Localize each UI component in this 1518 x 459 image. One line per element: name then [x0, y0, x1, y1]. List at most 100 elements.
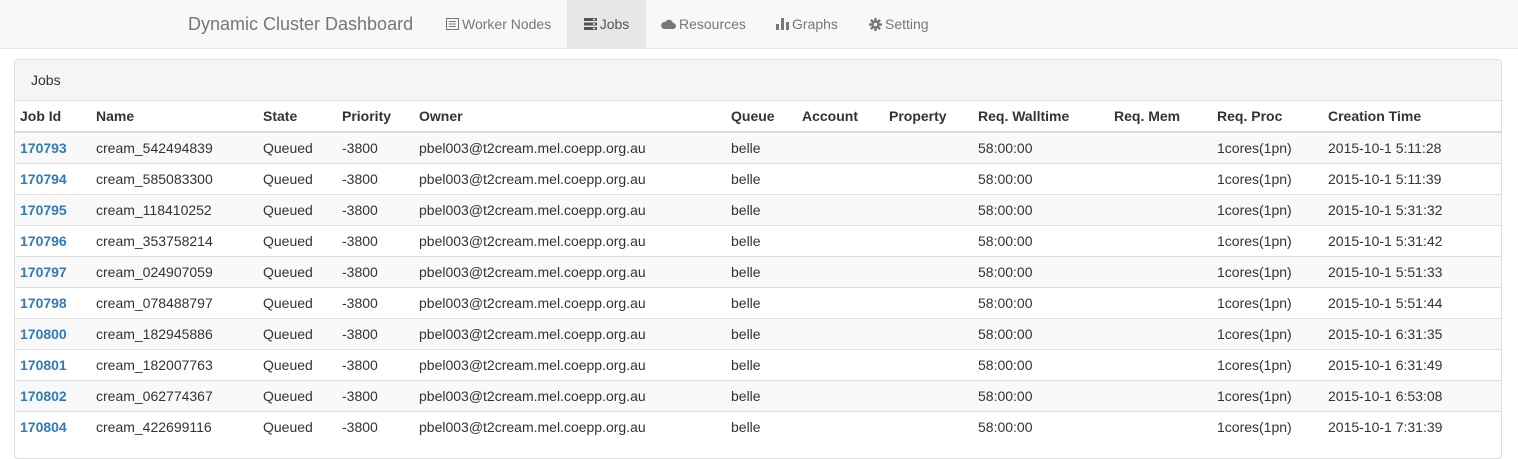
- cell-priority: -3800: [337, 163, 414, 195]
- panel-heading: Jobs: [15, 60, 1501, 101]
- cell-job-id: 170797: [15, 256, 91, 288]
- nav-jobs-label: Jobs: [599, 16, 630, 32]
- cell-priority: -3800: [337, 380, 414, 412]
- cell-state: Queued: [258, 131, 337, 164]
- cell-req-mem: [1109, 287, 1212, 319]
- column-header-req-walltime[interactable]: Req. Walltime: [973, 101, 1109, 133]
- cell-job-id: 170801: [15, 349, 91, 381]
- table-row[interactable]: 170800 cream_182945886 Queued -3800 pbel003@…: [15, 318, 1501, 350]
- cell-req-proc: 1cores(1pn): [1212, 131, 1323, 164]
- cell-account: [797, 318, 884, 350]
- nav-setting-label: Setting: [885, 16, 929, 32]
- cell-req-mem: [1109, 318, 1212, 350]
- cell-name: cream_182007763: [91, 349, 258, 381]
- column-header-owner[interactable]: Owner: [414, 101, 726, 133]
- column-header-queue[interactable]: Queue: [726, 101, 797, 133]
- cell-queue: belle: [726, 380, 797, 412]
- cell-req-proc: 1cores(1pn): [1212, 163, 1323, 195]
- cell-creation-time: 2015-10-1 5:11:39: [1323, 163, 1501, 195]
- cell-queue: belle: [726, 349, 797, 381]
- column-header-name[interactable]: Name: [91, 101, 258, 133]
- job-id-link[interactable]: 170802: [20, 388, 67, 404]
- job-id-link[interactable]: 170796: [20, 233, 67, 249]
- cell-queue: belle: [726, 163, 797, 195]
- cell-account: [797, 256, 884, 288]
- table-row[interactable]: 170795 cream_118410252 Queued -3800 pbel003@…: [15, 194, 1501, 226]
- cell-req-proc: 1cores(1pn): [1212, 380, 1323, 412]
- column-header-account[interactable]: Account: [797, 101, 884, 133]
- cell-req-mem: [1109, 194, 1212, 226]
- cell-req-walltime: 58:00:00: [973, 349, 1109, 381]
- job-id-link[interactable]: 170801: [20, 357, 67, 373]
- cell-property: [884, 411, 973, 442]
- cell-queue: belle: [726, 194, 797, 226]
- table-row[interactable]: 170798 cream_078488797 Queued -3800 pbel003@…: [15, 287, 1501, 319]
- cell-req-mem: [1109, 131, 1212, 164]
- cell-req-walltime: 58:00:00: [973, 411, 1109, 442]
- cell-owner: pbel003@t2cream.mel.coepp.org.au: [414, 131, 726, 164]
- cell-queue: belle: [726, 131, 797, 164]
- cell-account: [797, 194, 884, 226]
- column-header-creation-time[interactable]: Creation Time: [1323, 101, 1501, 133]
- brand-title[interactable]: Dynamic Cluster Dashboard: [188, 14, 413, 35]
- job-id-link[interactable]: 170800: [20, 326, 67, 342]
- nav-graphs[interactable]: Graphs: [761, 0, 853, 48]
- nav-worker-nodes[interactable]: Worker Nodes: [431, 0, 566, 48]
- table-row[interactable]: 170793 cream_542494839 Queued -3800 pbel003@…: [15, 131, 1501, 164]
- column-header-property[interactable]: Property: [884, 101, 973, 133]
- cell-req-proc: 1cores(1pn): [1212, 287, 1323, 319]
- job-id-link[interactable]: 170798: [20, 295, 67, 311]
- column-header-req-proc[interactable]: Req. Proc: [1212, 101, 1323, 133]
- cell-name: cream_542494839: [91, 131, 258, 164]
- cell-job-id: 170793: [15, 131, 91, 164]
- cell-req-walltime: 58:00:00: [973, 318, 1109, 350]
- job-id-link[interactable]: 170794: [20, 171, 67, 187]
- bar-chart-icon: [776, 18, 789, 30]
- cell-property: [884, 380, 973, 412]
- cell-priority: -3800: [337, 225, 414, 257]
- job-id-link[interactable]: 170793: [20, 140, 67, 156]
- cell-name: cream_422699116: [91, 411, 258, 442]
- cell-priority: -3800: [337, 256, 414, 288]
- cell-account: [797, 411, 884, 442]
- cell-job-id: 170798: [15, 287, 91, 319]
- table-row[interactable]: 170796 cream_353758214 Queued -3800 pbel003@…: [15, 225, 1501, 257]
- cell-req-mem: [1109, 256, 1212, 288]
- job-id-link[interactable]: 170804: [20, 419, 67, 435]
- column-header-state[interactable]: State: [258, 101, 337, 133]
- cell-state: Queued: [258, 163, 337, 195]
- cell-req-proc: 1cores(1pn): [1212, 194, 1323, 226]
- cell-name: cream_062774367: [91, 380, 258, 412]
- table-row[interactable]: 170802 cream_062774367 Queued -3800 pbel003@…: [15, 380, 1501, 412]
- job-id-link[interactable]: 170795: [20, 202, 67, 218]
- cell-state: Queued: [258, 194, 337, 226]
- list-icon: [446, 18, 459, 30]
- cell-state: Queued: [258, 411, 337, 442]
- table-row[interactable]: 170804 cream_422699116 Queued -3800 pbel003@…: [15, 411, 1501, 442]
- job-id-link[interactable]: 170797: [20, 264, 67, 280]
- nav-jobs[interactable]: Jobs: [567, 0, 646, 48]
- cell-owner: pbel003@t2cream.mel.coepp.org.au: [414, 225, 726, 257]
- cell-creation-time: 2015-10-1 6:31:35: [1323, 318, 1501, 350]
- nav-graphs-label: Graphs: [792, 16, 838, 32]
- cell-req-walltime: 58:00:00: [973, 287, 1109, 319]
- table-row[interactable]: 170797 cream_024907059 Queued -3800 pbel003@…: [15, 256, 1501, 288]
- cell-account: [797, 349, 884, 381]
- cell-account: [797, 380, 884, 412]
- column-header-priority[interactable]: Priority: [337, 101, 414, 133]
- panel-title: Jobs: [31, 72, 61, 88]
- cell-creation-time: 2015-10-1 5:11:28: [1323, 131, 1501, 164]
- cell-name: cream_024907059: [91, 256, 258, 288]
- cell-name: cream_353758214: [91, 225, 258, 257]
- cell-req-walltime: 58:00:00: [973, 380, 1109, 412]
- table-row[interactable]: 170794 cream_585083300 Queued -3800 pbel003@…: [15, 163, 1501, 195]
- cell-creation-time: 2015-10-1 5:31:42: [1323, 225, 1501, 257]
- table-row[interactable]: 170801 cream_182007763 Queued -3800 pbel003@…: [15, 349, 1501, 381]
- column-header-req-mem[interactable]: Req. Mem: [1109, 101, 1212, 133]
- column-header-job-id[interactable]: Job Id: [15, 101, 91, 133]
- cell-job-id: 170794: [15, 163, 91, 195]
- nav-resources[interactable]: Resources: [646, 0, 761, 48]
- table-header-row: Job Id Name State Priority Owner Queue Account…: [15, 101, 1501, 133]
- cell-state: Queued: [258, 256, 337, 288]
- nav-setting[interactable]: Setting: [854, 0, 944, 48]
